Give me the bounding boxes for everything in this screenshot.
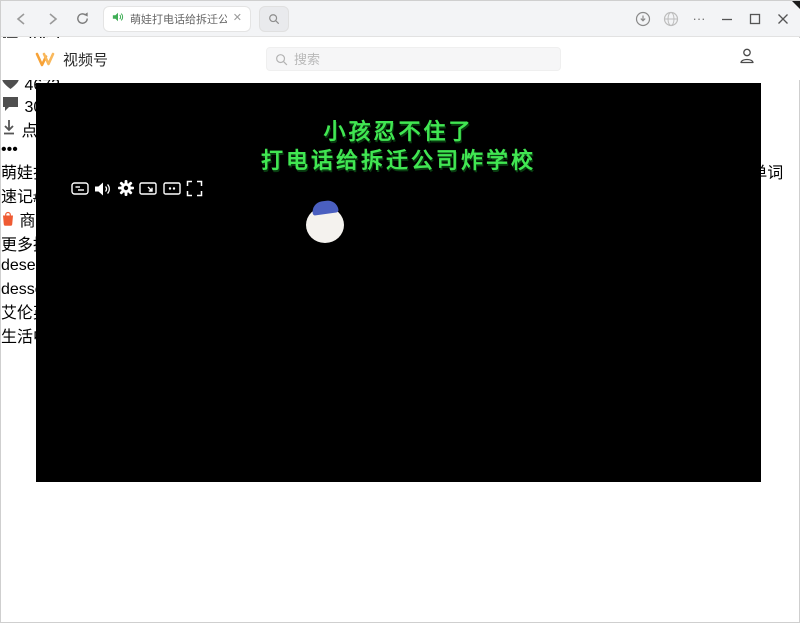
video-overlay-title-line2: 打电话给拆迁公司炸学校 [36, 143, 761, 175]
header-search-box[interactable] [266, 47, 561, 71]
volume-icon[interactable] [94, 184, 116, 201]
video-avatar-character [298, 199, 350, 251]
browser-chrome: 萌娃打电话给拆迁公司要炸学 ✕ ··· [1, 1, 800, 37]
back-icon[interactable] [9, 6, 35, 32]
profile-icon[interactable] [737, 46, 757, 71]
channels-logo[interactable]: 视频号 [34, 48, 108, 70]
tab-title: 萌娃打电话给拆迁公司要炸学 [130, 11, 227, 27]
browser-tab[interactable]: 萌娃打电话给拆迁公司要炸学 ✕ [103, 6, 251, 32]
subtitle-box-icon[interactable] [163, 184, 186, 201]
browser-menu-icon[interactable]: ··· [687, 7, 711, 31]
search-input[interactable] [294, 52, 534, 67]
tab-audio-icon [112, 10, 124, 28]
minimize-icon[interactable] [715, 7, 739, 31]
picture-in-picture-icon[interactable] [139, 184, 162, 201]
network-globe-icon[interactable] [659, 7, 683, 31]
download-manager-icon[interactable] [631, 7, 655, 31]
subtitle-english-line1: they give me extra homework on a Friday [36, 83, 761, 101]
comment-bubble-icon [1, 95, 20, 112]
video-player[interactable]: 小孩忍不住了 打电话给拆迁公司炸学校 they give me extra ho… [36, 83, 761, 482]
site-header: 视频号 [1, 38, 800, 80]
video-overlay-title-line1: 小孩忍不住了 [36, 114, 761, 146]
brand-name: 视频号 [63, 49, 108, 70]
new-tab-search-button[interactable] [259, 6, 289, 32]
tab-close-icon[interactable]: ✕ [233, 13, 242, 24]
shopping-bag-icon [1, 211, 15, 226]
close-window-icon[interactable] [771, 7, 795, 31]
more-dots-icon: ••• [1, 141, 18, 158]
fullscreen-icon[interactable] [186, 184, 203, 201]
search-icon [275, 53, 288, 66]
maximize-icon[interactable] [743, 7, 767, 31]
forward-icon[interactable] [39, 6, 65, 32]
corner-fold [792, 1, 800, 10]
playback-speed-button[interactable]: 1.0x [36, 184, 71, 201]
settings-gear-icon[interactable] [117, 184, 139, 201]
danmaku-toggle-icon[interactable] [71, 184, 94, 201]
reload-icon[interactable] [69, 6, 95, 32]
download-highlight-box [1, 123, 21, 140]
download-icon[interactable] [1, 119, 17, 136]
channels-logo-icon [34, 48, 56, 70]
